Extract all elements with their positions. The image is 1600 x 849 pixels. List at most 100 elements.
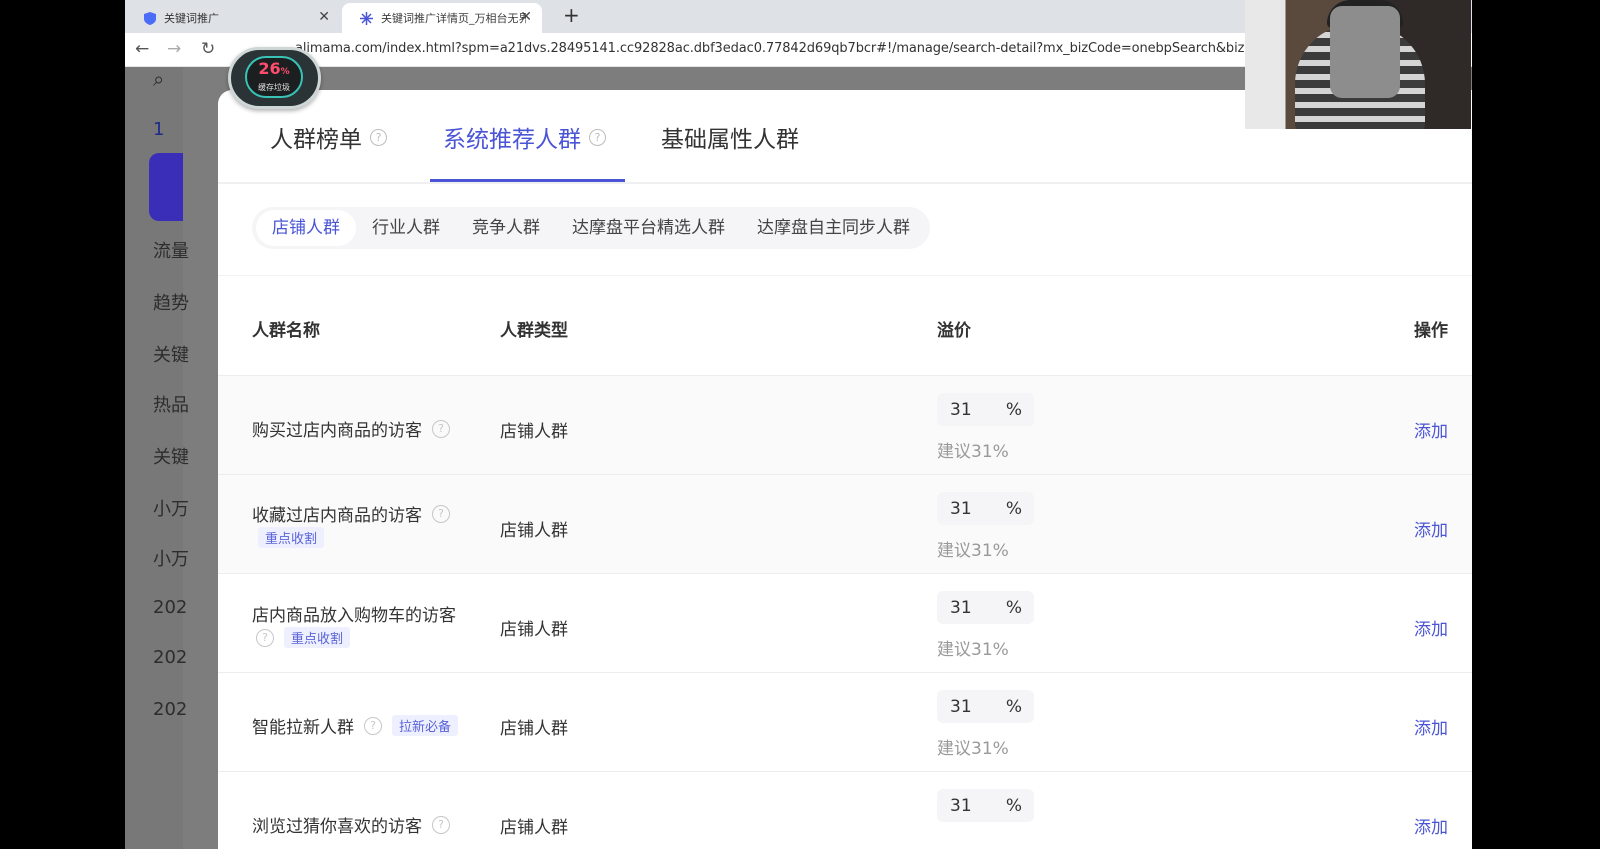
header-name: 人群名称 bbox=[252, 321, 320, 341]
suggested-premium: 建议31% bbox=[937, 541, 1009, 561]
sidebar-item[interactable]: 趋势 bbox=[153, 289, 189, 315]
help-icon[interactable]: ? bbox=[364, 716, 382, 735]
audience-type: 店铺人群 bbox=[500, 719, 568, 739]
subtab-damopan-curated[interactable]: 达摩盘平台精选人群 bbox=[556, 210, 741, 246]
sidebar-active-item[interactable] bbox=[149, 153, 183, 221]
badge-inner: 26% 缓存垃圾 bbox=[245, 56, 303, 98]
audience-name: 店内商品放入购物车的访客 bbox=[252, 606, 456, 626]
sidebar-item[interactable]: 202 bbox=[153, 647, 187, 668]
add-button[interactable]: 添加 bbox=[1414, 516, 1448, 541]
subtab-store-audience[interactable]: 店铺人群 bbox=[256, 210, 356, 246]
tag-badge: 重点收割 bbox=[284, 627, 351, 648]
tab-label: 系统推荐人群 bbox=[443, 127, 581, 153]
help-icon[interactable]: ? bbox=[432, 815, 450, 834]
add-button[interactable]: 添加 bbox=[1414, 417, 1448, 442]
tab-audience-ranking[interactable]: 人群榜单 ? bbox=[270, 120, 387, 154]
snowflake-icon bbox=[360, 11, 373, 25]
premium-value: 31 bbox=[950, 400, 972, 420]
table-row: 收藏过店内商品的访客 ? 重点收割 店铺人群 31 % 建议31% 添加 bbox=[218, 474, 1472, 573]
subtab-industry-audience[interactable]: 行业人群 bbox=[356, 210, 456, 246]
audience-panel: 人群榜单 ? 系统推荐人群 ? 基础属性人群 店铺人群 行业人群 竞争人群 达摩… bbox=[218, 90, 1472, 849]
sidebar-item[interactable]: 热品 bbox=[153, 391, 189, 417]
percent-unit: % bbox=[1005, 400, 1022, 420]
browser-tab-keyword-promo[interactable]: 关键词推广 ✕ bbox=[125, 3, 340, 33]
suggested-premium: 建议31% bbox=[937, 442, 1009, 462]
tag-badge: 拉新必备 bbox=[392, 715, 459, 736]
audience-name-cell: 收藏过店内商品的访客 ? bbox=[252, 501, 450, 526]
back-icon[interactable]: ← bbox=[135, 39, 149, 59]
add-button[interactable]: 添加 bbox=[1414, 714, 1448, 739]
table-row: 智能拉新人群 ? 拉新必备 店铺人群 31 % 建议31% 添加 bbox=[218, 672, 1472, 771]
search-icon[interactable]: ⌕ bbox=[153, 67, 164, 91]
tab-system-recommended[interactable]: 系统推荐人群 ? bbox=[443, 120, 606, 154]
audience-type: 店铺人群 bbox=[500, 422, 568, 442]
tab-basic-attributes[interactable]: 基础属性人群 bbox=[661, 120, 799, 154]
sidebar-item[interactable]: 202 bbox=[153, 597, 187, 618]
sub-tabs: 店铺人群 行业人群 竞争人群 达摩盘平台精选人群 达摩盘自主同步人群 bbox=[252, 207, 930, 249]
table-row: 购买过店内商品的访客 ? 店铺人群 31 % 建议31% 添加 bbox=[218, 375, 1472, 474]
reload-icon[interactable]: ↻ bbox=[201, 39, 215, 59]
cache-cleaner-badge[interactable]: 26% 缓存垃圾 bbox=[228, 47, 321, 109]
audience-type: 店铺人群 bbox=[500, 521, 568, 541]
sidebar-item-count: 1 bbox=[153, 119, 165, 140]
premium-value: 31 bbox=[950, 697, 972, 717]
header-type: 人群类型 bbox=[500, 321, 568, 341]
premium-input[interactable]: 31 % bbox=[937, 789, 1034, 822]
sidebar-item[interactable]: 关键 bbox=[153, 341, 189, 367]
subtab-damopan-synced[interactable]: 达摩盘自主同步人群 bbox=[741, 210, 926, 246]
audience-name: 收藏过店内商品的访客 bbox=[252, 506, 422, 526]
audience-name: 浏览过猜你喜欢的访客 bbox=[252, 817, 422, 837]
close-icon[interactable]: ✕ bbox=[520, 9, 532, 25]
sidebar-item[interactable]: 小万 bbox=[153, 495, 189, 521]
audience-name: 购买过店内商品的访客 bbox=[252, 421, 422, 441]
tab-label: 关键词推广详情页_万相台无界 bbox=[381, 12, 526, 25]
audience-name: 智能拉新人群 bbox=[252, 718, 354, 738]
help-icon[interactable]: ? bbox=[256, 628, 274, 647]
webcam-overlay bbox=[1245, 0, 1471, 129]
tab-label: 基础属性人群 bbox=[661, 127, 799, 153]
premium-value: 31 bbox=[950, 499, 972, 519]
forward-icon[interactable]: → bbox=[167, 39, 181, 59]
audience-name-cell: 智能拉新人群 ? 拉新必备 bbox=[252, 713, 459, 738]
help-icon[interactable]: ? bbox=[432, 419, 450, 438]
sidebar-item[interactable]: 202 bbox=[153, 699, 187, 720]
suggested-premium: 建议31% bbox=[937, 640, 1009, 660]
help-icon[interactable]: ? bbox=[432, 504, 450, 523]
badge-label: 缓存垃圾 bbox=[258, 83, 290, 92]
premium-input[interactable]: 31 % bbox=[937, 393, 1034, 426]
premium-input[interactable]: 31 % bbox=[937, 690, 1034, 723]
browser-tab-detail[interactable]: 关键词推广详情页_万相台无界 ✕ bbox=[342, 3, 542, 33]
sidebar-item[interactable]: 小万 bbox=[153, 545, 189, 571]
premium-value: 31 bbox=[950, 598, 972, 618]
sidebar-item[interactable]: 关键 bbox=[153, 443, 189, 469]
help-icon[interactable]: ? bbox=[370, 128, 387, 146]
table-row: 浏览过猜你喜欢的访客 ? 店铺人群 31 % 添加 bbox=[218, 771, 1472, 849]
audience-type: 店铺人群 bbox=[500, 818, 568, 838]
add-button[interactable]: 添加 bbox=[1414, 615, 1448, 640]
shield-icon bbox=[143, 11, 156, 25]
percent-unit: % bbox=[1005, 499, 1022, 519]
percent-unit: % bbox=[1005, 598, 1022, 618]
close-icon[interactable]: ✕ bbox=[318, 9, 330, 25]
tag-badge: 重点收割 bbox=[258, 527, 325, 548]
help-icon[interactable]: ? bbox=[589, 128, 606, 146]
url-text[interactable]: alimama.com/index.html?spm=a21dvs.284951… bbox=[295, 41, 1288, 56]
subtab-competitor-audience[interactable]: 竞争人群 bbox=[456, 210, 556, 246]
add-button[interactable]: 添加 bbox=[1414, 813, 1448, 838]
active-tab-indicator bbox=[430, 179, 625, 182]
sidebar-item[interactable]: 流量 bbox=[153, 237, 189, 263]
audience-name-cell: 浏览过猜你喜欢的访客 ? bbox=[252, 812, 450, 837]
audience-tag-cell: ? 重点收割 bbox=[256, 627, 351, 648]
new-tab-icon[interactable]: + bbox=[563, 3, 580, 27]
table-header: 人群名称 人群类型 溢价 操作 bbox=[218, 275, 1472, 365]
blurred-face bbox=[1330, 6, 1400, 98]
audience-name-cell: 购买过店内商品的访客 ? bbox=[252, 416, 450, 441]
table-row: 店内商品放入购物车的访客 ? 重点收割 店铺人群 31 % 建议31% 添加 bbox=[218, 573, 1472, 672]
premium-value: 31 bbox=[950, 796, 972, 816]
premium-input[interactable]: 31 % bbox=[937, 591, 1034, 624]
premium-input[interactable]: 31 % bbox=[937, 492, 1034, 525]
header-action: 操作 bbox=[1414, 321, 1448, 341]
badge-percent: 26% bbox=[258, 59, 290, 78]
audience-tag-cell: 重点收割 bbox=[252, 527, 325, 548]
audience-type: 店铺人群 bbox=[500, 620, 568, 640]
